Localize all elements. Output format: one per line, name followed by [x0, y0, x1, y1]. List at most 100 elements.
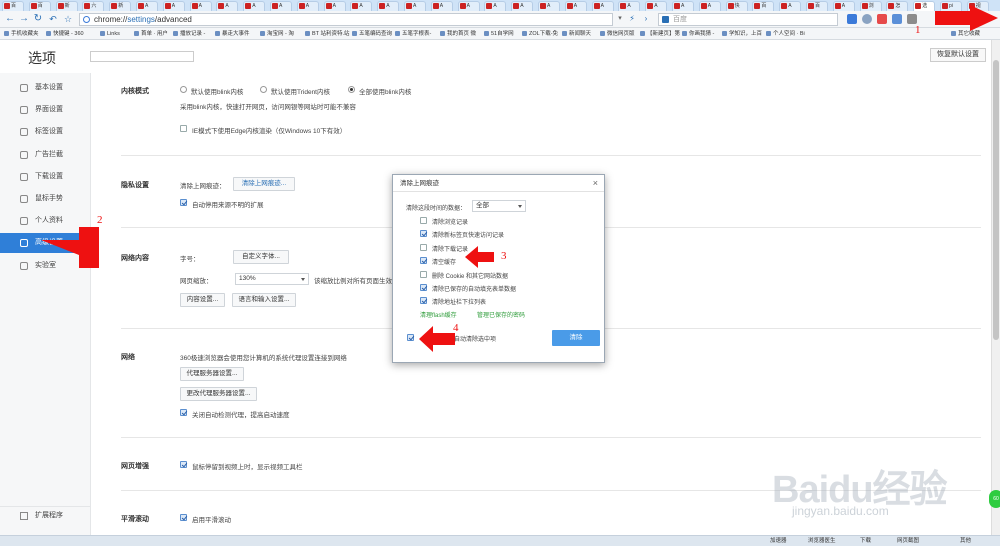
- browser-tab[interactable]: 百: [2, 1, 24, 11]
- browser-tab[interactable]: A: [484, 1, 507, 11]
- sidebar-item[interactable]: 下载设置: [0, 167, 91, 187]
- custom-font-button[interactable]: 自定义字体...: [233, 250, 289, 264]
- sidebar-item[interactable]: 实验室: [0, 256, 91, 276]
- browser-tab[interactable]: A: [296, 1, 319, 11]
- browser-tab[interactable]: A: [350, 1, 373, 11]
- settings-search-input[interactable]: [90, 51, 194, 62]
- dialog-checkbox[interactable]: [420, 217, 427, 224]
- bookmark-item[interactable]: 你画我猜 -: [682, 29, 714, 39]
- bookmark-item[interactable]: 五笔字根表-: [395, 29, 431, 39]
- edge-checkbox[interactable]: [180, 125, 187, 132]
- dialog-checkbox[interactable]: [420, 284, 427, 291]
- browser-tab[interactable]: A: [832, 1, 855, 11]
- dialog-checkbox[interactable]: [420, 230, 427, 238]
- bookmark-item[interactable]: Links: [100, 29, 120, 39]
- browser-tab[interactable]: 快: [725, 1, 748, 11]
- bookmark-item[interactable]: 微信网页版: [600, 29, 635, 39]
- bookmark-item[interactable]: 暴走大事件: [215, 29, 250, 39]
- bookmark-item[interactable]: 其它收藏: [951, 29, 980, 39]
- status-item[interactable]: 网页截图: [897, 536, 919, 546]
- browser-tab[interactable]: A: [404, 1, 426, 11]
- status-item[interactable]: 下载: [860, 536, 871, 546]
- clear-history-button[interactable]: 清除上网痕迹...: [233, 177, 295, 191]
- dialog-checkbox[interactable]: [420, 297, 427, 305]
- reload-icon[interactable]: ↻: [32, 13, 44, 25]
- browser-tab[interactable]: A: [672, 1, 694, 11]
- browser-tab[interactable]: A: [511, 1, 534, 11]
- address-input[interactable]: chrome://settings/advanced: [79, 13, 613, 26]
- browser-tab[interactable]: 百: [28, 1, 51, 11]
- lightning-icon[interactable]: ⚡: [626, 13, 638, 25]
- restore-defaults-button[interactable]: 恢复默认设置: [930, 48, 986, 62]
- proxy-settings-button[interactable]: 代理服务器设置...: [180, 367, 244, 381]
- bookmark-item[interactable]: 【新建页】第: [640, 29, 680, 39]
- browser-tab[interactable]: A: [189, 1, 212, 11]
- bookmark-item[interactable]: 51自学网: [484, 29, 514, 39]
- scrollbar-thumb[interactable]: [993, 60, 999, 340]
- bookmark-item[interactable]: 学知识，上百: [722, 29, 762, 39]
- status-item[interactable]: 加速器: [770, 536, 787, 546]
- menu-icon[interactable]: [907, 14, 917, 24]
- search-input[interactable]: 百度: [658, 13, 838, 26]
- back-icon[interactable]: ←: [4, 13, 16, 25]
- browser-tab[interactable]: 新: [55, 1, 78, 11]
- kernel-radio-1[interactable]: [260, 86, 267, 93]
- sidebar-item[interactable]: 鼠标手势: [0, 189, 91, 209]
- browser-tab[interactable]: A: [323, 1, 346, 11]
- bookmark-item[interactable]: 淘宝网 - 淘: [260, 29, 294, 39]
- clear-flash-link[interactable]: 清理flash缓存: [420, 310, 457, 319]
- bookmark-item[interactable]: 快捷键 - 360: [46, 29, 84, 39]
- browser-tab[interactable]: A: [779, 1, 802, 11]
- shield-icon[interactable]: [862, 14, 872, 24]
- sidebar-item[interactable]: 广告拦截: [0, 145, 91, 165]
- browser-tab[interactable]: A: [645, 1, 668, 11]
- change-proxy-button[interactable]: 更改代理服务器设置...: [180, 387, 257, 401]
- exit-clear-checkbox[interactable]: [407, 334, 414, 341]
- bookmark-item[interactable]: 个人空间 · Bi: [766, 29, 805, 39]
- video-toolbar-checkbox[interactable]: [180, 461, 187, 468]
- bookmark-item[interactable]: ZOL下载-免: [522, 29, 558, 39]
- status-item[interactable]: 浏览器医生: [808, 536, 836, 546]
- language-settings-button[interactable]: 语言和输入设置...: [232, 293, 296, 307]
- browser-tab[interactable]: A: [243, 1, 266, 11]
- sidebar-item[interactable]: 标签设置: [0, 122, 91, 142]
- sidebar-item[interactable]: 个人资料: [0, 211, 91, 231]
- page-scrollbar[interactable]: [991, 40, 1000, 535]
- auto-detect-checkbox[interactable]: [180, 409, 187, 416]
- browser-tab[interactable]: A: [698, 1, 721, 11]
- bookmark-item[interactable]: 首单 · 用户: [134, 29, 168, 39]
- browser-tab[interactable]: A: [216, 1, 239, 11]
- kernel-radio-2[interactable]: [348, 86, 355, 93]
- status-item[interactable]: 其他: [960, 536, 971, 546]
- screenshot-icon[interactable]: [892, 14, 902, 24]
- browser-tab[interactable]: 怎: [886, 1, 909, 11]
- bookmark-item[interactable]: 五笔编码查询: [352, 29, 392, 39]
- bookmark-item[interactable]: 新闻聊天: [562, 29, 591, 39]
- browser-tab[interactable]: A: [270, 1, 292, 11]
- dropdown-icon[interactable]: ▾: [614, 13, 626, 25]
- browser-tab[interactable]: A: [457, 1, 480, 11]
- bookmark-item[interactable]: 我的首页 微: [440, 29, 476, 39]
- auto-block-checkbox[interactable]: [180, 199, 187, 206]
- float-speed-icon[interactable]: 60: [989, 490, 1000, 508]
- close-icon[interactable]: ×: [593, 178, 598, 188]
- bookmark-item[interactable]: BT 站利资特.站: [305, 29, 350, 39]
- clear-button[interactable]: 清除: [552, 330, 600, 346]
- browser-tab[interactable]: A: [430, 1, 453, 11]
- browser-tab[interactable]: A: [377, 1, 400, 11]
- dialog-checkbox[interactable]: [420, 243, 427, 251]
- browser-tab[interactable]: 浏: [859, 1, 882, 11]
- browser-tab[interactable]: 新: [109, 1, 132, 11]
- sidebar-item-extensions[interactable]: 扩展程序: [0, 506, 91, 524]
- sidebar-item[interactable]: 高级设置: [0, 233, 91, 254]
- range-select[interactable]: 全部: [472, 200, 526, 212]
- kernel-radio-0[interactable]: [180, 86, 187, 93]
- sidebar-item[interactable]: 界面设置: [0, 100, 91, 120]
- undo-icon[interactable]: ↶: [47, 13, 59, 25]
- browser-tab[interactable]: pi: [940, 1, 962, 11]
- content-settings-button[interactable]: 内容设置...: [180, 293, 225, 307]
- dialog-checkbox[interactable]: [420, 257, 427, 265]
- star-icon[interactable]: ☆: [62, 13, 74, 25]
- manage-passwords-link[interactable]: 管理已保存的密码: [477, 310, 525, 319]
- bookmark-item[interactable]: 手机收藏夹: [4, 29, 39, 39]
